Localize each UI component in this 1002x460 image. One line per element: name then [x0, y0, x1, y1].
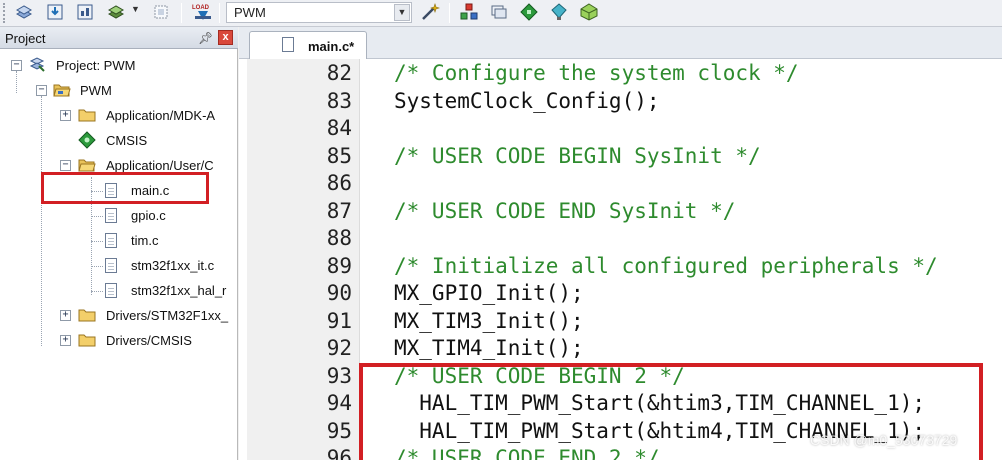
project-panel: Project 📌︎ x − Project: PWM − PWM + Appl… [0, 27, 238, 460]
tree-item-group[interactable]: + Application/MDK-A [0, 105, 238, 127]
toolbar-grip[interactable] [3, 3, 5, 23]
watermark: CSDN @m0_53073729 [810, 432, 958, 448]
tree-label: Project: PWM [56, 58, 136, 73]
tree-item-file[interactable]: stm32f1xx_it.c [0, 255, 238, 277]
pin-icon[interactable]: 📌︎ [198, 31, 213, 45]
close-icon[interactable]: x [218, 30, 233, 45]
diamond-icon[interactable] [519, 2, 539, 22]
file-icon [282, 37, 294, 52]
project-icon [29, 57, 45, 72]
collapse-toggle[interactable]: − [60, 160, 71, 171]
line-number: 84 [326, 116, 352, 140]
tree-item-file[interactable]: stm32f1xx_hal_r [0, 280, 238, 302]
uvision-window: ▼ LOAD PWM ▼ Project 📌︎ x − Project: PWM… [0, 0, 1002, 460]
batch-build-icon[interactable] [151, 2, 171, 22]
tree-item-group[interactable]: + Drivers/CMSIS [0, 330, 238, 352]
line-number: 89 [326, 253, 352, 278]
highlight-box-main-c [41, 172, 209, 204]
code-line: /* USER CODE END SysInit */ [394, 198, 736, 223]
collapse-toggle[interactable]: − [11, 60, 22, 71]
line-number: 87 [326, 198, 352, 223]
toolbar-separator [219, 3, 220, 23]
code-line: MX_GPIO_Init(); [394, 281, 584, 305]
cmsis-icon [78, 131, 96, 149]
code-line: /* Initialize all configured peripherals… [394, 253, 938, 278]
line-number: 91 [326, 308, 352, 333]
dropdown-arrow-icon[interactable]: ▼ [131, 4, 140, 14]
line-number: 93 [326, 363, 352, 388]
file-icon [105, 258, 117, 273]
download-icon[interactable] [75, 2, 95, 22]
line-number: 90 [326, 281, 352, 305]
load-icon[interactable] [45, 2, 65, 22]
line-number: 85 [326, 143, 352, 168]
pack-installer-icon[interactable] [459, 2, 479, 22]
translate-icon[interactable]: LOAD [191, 2, 215, 22]
project-panel-header: Project 📌︎ x [0, 27, 238, 49]
code-line: MX_TIM3_Init(); [394, 308, 584, 333]
tree-label: Application/MDK-A [106, 108, 216, 123]
collapse-toggle[interactable]: − [36, 85, 47, 96]
load-label: LOAD [192, 5, 210, 11]
tree-item-file[interactable]: gpio.c [0, 205, 238, 227]
pack-icon[interactable] [579, 2, 599, 22]
file-icon [105, 208, 117, 223]
target-dropdown-icon[interactable]: ▼ [394, 4, 410, 21]
code-line: MX_TIM4_Init(); [394, 336, 584, 360]
line-number: 96 [326, 446, 352, 460]
code-line: /* Configure the system clock */ [394, 61, 799, 85]
expand-toggle[interactable]: + [60, 110, 71, 121]
toolbar-separator [181, 3, 182, 23]
tree-label: CMSIS [106, 133, 148, 148]
close-glyph: x [222, 31, 229, 43]
folder-icon [78, 109, 96, 122]
line-number: 95 [326, 418, 352, 443]
file-icon [105, 233, 117, 248]
tree-label: tim.c [131, 233, 159, 248]
build-toolbar: ▼ LOAD PWM ▼ [0, 0, 1002, 27]
code-line: SystemClock_Config(); [394, 88, 660, 113]
editor-tabbar: main.c* [239, 27, 1002, 59]
tree-label: gpio.c [131, 208, 166, 223]
folder-icon [78, 309, 96, 322]
folder-open-icon [53, 84, 71, 97]
line-number: 82 [326, 61, 352, 85]
tab-label: main.c* [308, 39, 355, 54]
tree-item-cmsis[interactable]: CMSIS [0, 130, 238, 152]
manage-project-items-icon[interactable] [106, 2, 126, 22]
tab-main-c[interactable]: main.c* [249, 31, 367, 59]
expand-toggle[interactable]: + [60, 335, 71, 346]
layers-icon[interactable] [489, 2, 509, 22]
options-icon[interactable] [14, 2, 34, 22]
tree-label: PWM [80, 83, 112, 98]
tree-label: Drivers/STM32F1xx_ [106, 308, 229, 323]
target-select-value: PWM [234, 5, 266, 20]
line-number: 86 [326, 171, 352, 195]
tree-label: Application/User/C [106, 158, 214, 173]
line-number: 92 [326, 336, 352, 360]
file-icon [105, 283, 117, 298]
tree-item-group[interactable]: + Drivers/STM32F1xx_ [0, 305, 238, 327]
code-line: /* USER CODE BEGIN SysInit */ [394, 143, 761, 168]
toolbar-separator [449, 3, 450, 23]
line-number: 88 [326, 226, 352, 250]
tree-label: Drivers/CMSIS [106, 333, 192, 348]
magic-wand-icon[interactable] [420, 2, 440, 22]
line-number: 83 [326, 88, 352, 113]
tree-item-target[interactable]: − PWM [0, 80, 238, 102]
tree-item-project[interactable]: − Project: PWM [0, 55, 238, 77]
target-select[interactable]: PWM ▼ [226, 2, 412, 23]
lightbulb-icon[interactable] [549, 2, 569, 22]
folder-icon [78, 334, 96, 347]
line-number: 94 [326, 391, 352, 415]
line-number-gutter: 82 83 84 85 86 87 88 89 90 91 92 93 94 9… [247, 59, 359, 460]
tree-item-file[interactable]: tim.c [0, 230, 238, 252]
project-panel-title: Project [5, 31, 46, 46]
tree-label: stm32f1xx_it.c [131, 258, 215, 273]
expand-toggle[interactable]: + [60, 310, 71, 321]
tree-label: stm32f1xx_hal_r [131, 283, 227, 298]
